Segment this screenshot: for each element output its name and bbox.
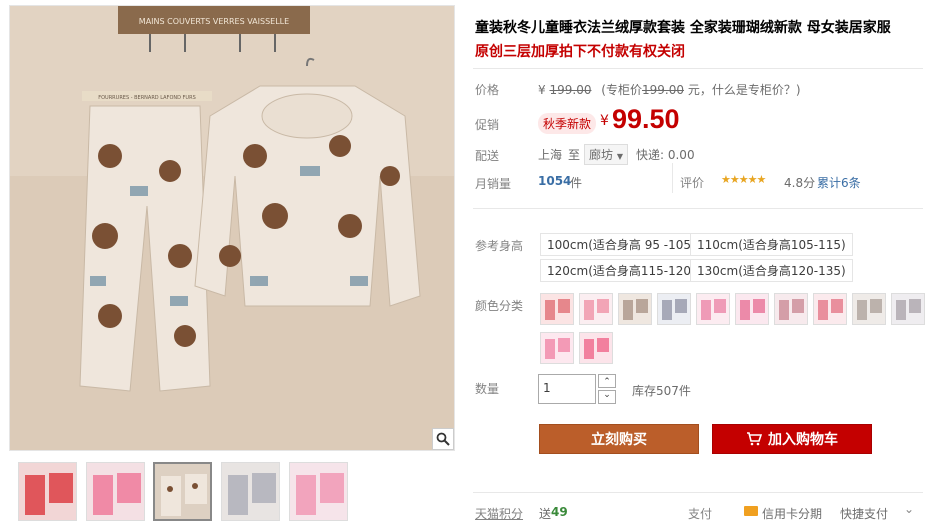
promo-badge: 秋季新款 [538,113,597,134]
divider [473,68,923,69]
thumbnail-5[interactable] [289,462,348,521]
swatch-image [736,294,768,324]
hanger-text: FOURRURES - BERNARD LAFOND FURS [98,95,196,101]
thumbnail-1[interactable] [18,462,77,521]
thumbnail-4[interactable] [221,462,280,521]
price-row: ¥ 199.00 (专柜价199.00 元，什么是专柜价？) [538,81,801,98]
thumbnail-image [155,464,210,519]
divider [473,492,923,493]
zoom-button[interactable] [432,428,454,450]
price-label: 价格 [475,83,500,97]
add-to-cart-button[interactable]: 加入购物车 [712,424,872,454]
swatch-image [892,294,924,324]
thumbnail-image [87,463,144,520]
quantity-increase-button[interactable]: ⌃ [598,374,616,388]
color-swatch-6[interactable] [735,293,769,325]
delivery-to-word: 至 [568,148,581,162]
magnifier-icon [436,432,450,446]
buy-now-button[interactable]: 立刻购买 [539,424,699,454]
delivery-from: 上海 [538,148,563,162]
swatch-image [814,294,846,324]
promo-currency: ¥ [600,113,609,129]
color-swatch-2[interactable] [579,293,613,325]
promo-price: 99.50 [612,104,680,134]
add-to-cart-label: 加入购物车 [768,432,838,448]
color-swatch-10[interactable] [891,293,925,325]
monthly-sales-count: 1054 [538,174,572,188]
swatch-image [853,294,885,324]
points-prefix: 送 [539,507,552,521]
counter-price: 199.00 [641,83,684,97]
size-label: 参考身高 [475,239,524,253]
swatch-image [775,294,807,324]
chevron-down-icon[interactable]: ⌄ [904,502,914,516]
swatch-image [580,333,612,363]
quantity-input[interactable]: 1 [538,374,596,404]
color-swatch-12[interactable] [579,332,613,364]
color-swatch-8[interactable] [813,293,847,325]
size-option-110[interactable]: 110cm(适合身高105-115) [690,233,853,256]
divider [473,208,923,209]
destination-select[interactable]: 廊坊 ▼ [584,144,628,165]
credit-installment[interactable]: 信用卡分期 [762,505,822,522]
points-value: 49 [551,505,568,519]
thumbnail-2[interactable] [86,462,145,521]
size-option-120[interactable]: 120cm(适合身高115-120) [540,259,703,282]
swatch-image [619,294,651,324]
monthly-sales-label: 月销量 [475,177,512,191]
stock-text: 库存507件 [632,384,691,398]
product-subtitle: 原创三层加厚拍下不付款有权关闭 [475,44,685,60]
product-title: 童装秋冬儿童睡衣法兰绒厚款套装 全家装珊瑚绒新款 母女装居家服 [475,20,891,36]
thumbnail-image [222,463,279,520]
swatch-image [658,294,690,324]
express-fee: 快递: 0.00 [636,148,695,162]
review-count-link[interactable]: 累计6条 [817,174,861,191]
tmall-points-label[interactable]: 天猫积分 [475,505,523,522]
color-swatch-11[interactable] [540,332,574,364]
divider [672,163,673,193]
color-swatch-1[interactable] [540,293,574,325]
swatch-image [697,294,729,324]
sign-text: MAINS COUVERTS VERRES VAISSELLE [139,17,289,26]
delivery-label: 配送 [475,149,500,163]
rating-score: 4.8分 [784,176,816,190]
color-swatch-7[interactable] [774,293,808,325]
chevron-down-icon: ▼ [616,152,623,161]
thumbnail-image [290,463,347,520]
buy-now-label: 立刻购买 [591,432,647,448]
swatch-image [580,294,612,324]
monthly-sales-unit: 件 [570,176,583,190]
color-swatch-3[interactable] [618,293,652,325]
promo-label: 促销 [475,118,500,132]
size-option-130[interactable]: 130cm(适合身高120-135) [690,259,853,282]
color-swatch-9[interactable] [852,293,886,325]
thumbnail-image [19,463,76,520]
color-swatch-4[interactable] [657,293,691,325]
rating-stars-icon: ★★★★★ [721,173,766,186]
counter-price-note-open: (专柜价 [601,83,642,97]
review-label: 评价 [680,176,705,190]
counter-price-help[interactable]: 元，什么是专柜价？) [688,83,801,97]
original-price: 199.00 [549,83,592,97]
quantity-label: 数量 [475,382,500,396]
destination-value: 廊坊 [589,148,614,162]
pajama-photo: MAINS COUVERTS VERRES VAISSELLE FOURRURE… [10,6,454,450]
price-currency: ¥ [538,83,546,97]
color-swatch-5[interactable] [696,293,730,325]
quick-pay[interactable]: 快捷支付 [840,505,888,522]
main-product-image[interactable]: MAINS COUVERTS VERRES VAISSELLE FOURRURE… [9,5,455,451]
size-option-100[interactable]: 100cm(适合身高 95 -105) [540,233,703,256]
swatch-image [541,294,573,324]
quantity-decrease-button[interactable]: ⌄ [598,390,616,404]
payment-label: 支付 [688,507,713,521]
color-label: 颜色分类 [475,299,524,313]
swatch-image [541,333,573,363]
thumbnail-3-selected[interactable] [153,462,212,521]
credit-card-icon [744,506,758,516]
cart-icon [747,432,762,446]
